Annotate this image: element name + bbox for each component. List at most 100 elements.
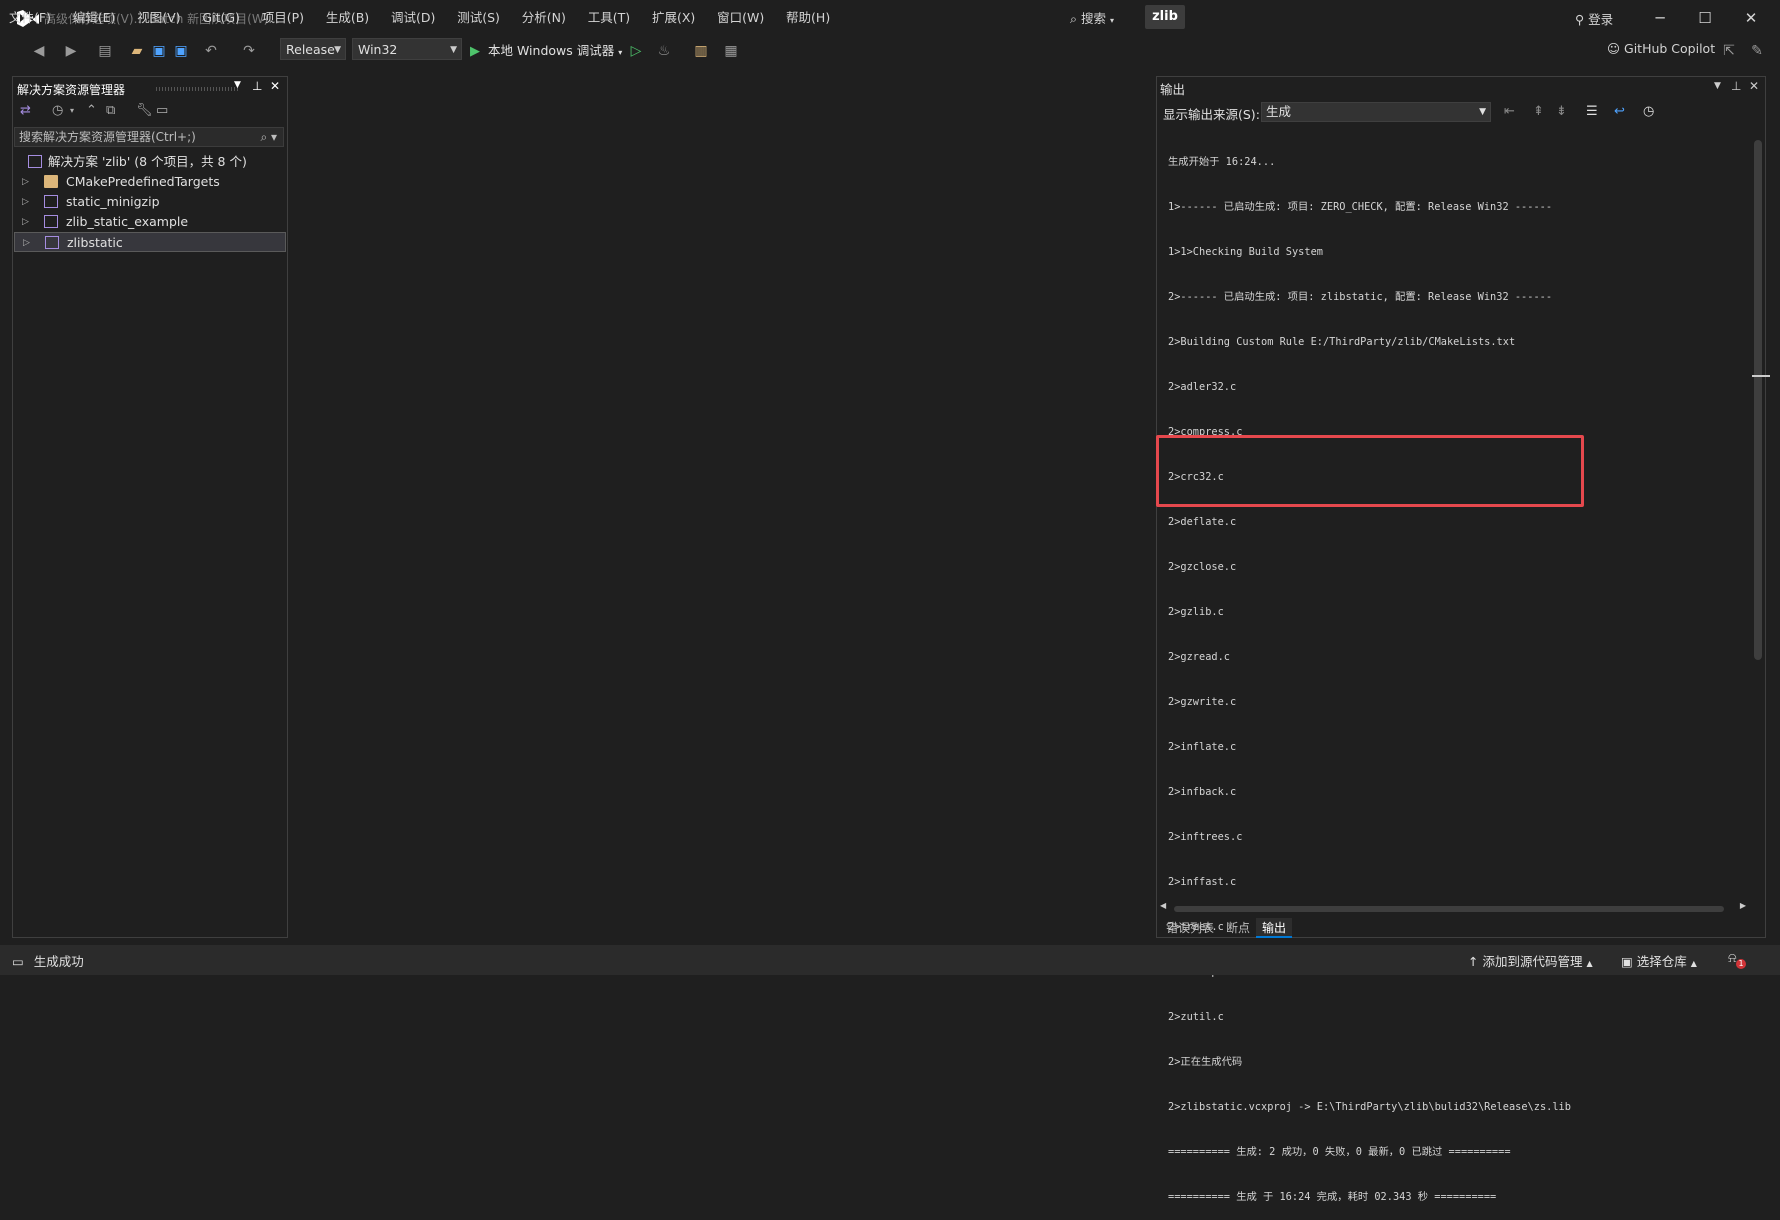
find-message-icon[interactable]: ⇤ [1504,104,1515,119]
maximize-button[interactable]: ☐ [1690,6,1720,30]
start-debugging-button[interactable]: ▶ 本地 Windows 调试器 ▾ [470,40,622,59]
search-button[interactable]: ⌕ 搜索 ▾ [1070,8,1114,27]
search-icon: ⌕ [1070,11,1078,26]
status-message: ▭ 生成成功 [12,951,84,970]
forward-icon[interactable]: ▶ [62,42,80,60]
save-all-icon[interactable]: ▣ [172,42,190,60]
dropdown-icon[interactable]: ▼ [1714,81,1721,91]
configuration-select[interactable]: Release ▼ [280,38,346,60]
switch-views-icon[interactable]: ⇄ [20,103,31,118]
add-to-source-control-button[interactable]: ↑ 添加到源代码管理 ▲ [1468,951,1593,970]
toolbar [0,36,1780,66]
configuration-value: Release [286,42,335,57]
back-icon[interactable]: ◀ [30,42,48,60]
menu-window[interactable]: 窗口(W) [708,10,773,25]
scroll-left-icon[interactable]: ◀ [1160,901,1166,910]
clear-all-icon[interactable]: ☰ [1586,104,1598,119]
undo-icon[interactable]: ↶ [202,42,220,60]
play-icon: ▶ [470,44,480,59]
output-source-label: 显示输出来源(S): [1163,107,1260,122]
tree-item-zlibstatic[interactable]: ▷ zlibstatic [14,232,286,252]
close-icon[interactable]: ✕ [270,79,280,93]
output-line: ========== 生成: 2 成功，0 失败，0 最新，0 已跳过 ====… [1168,1146,1511,1158]
tab-error-list[interactable]: 错误列表 [1160,918,1220,938]
chevron-down-icon[interactable]: ▾ [70,106,74,115]
preview-icon[interactable]: ▭ [156,103,168,118]
hot-reload-icon[interactable]: ♨ [655,42,673,60]
minimize-button[interactable]: ─ [1645,6,1675,30]
cpp-project-icon [44,215,58,228]
select-repo-label: 选择仓库 [1636,954,1687,969]
browse-folder-icon[interactable]: ▥ [692,42,710,60]
output-line: 2>inflate.c [1168,741,1237,753]
expand-icon[interactable]: ▷ [23,233,30,253]
platform-select[interactable]: Win32 ▼ [352,38,462,60]
word-wrap-icon[interactable]: ↩ [1614,104,1625,119]
solution-explorer-search-input[interactable]: 搜索解决方案资源管理器(Ctrl+;) ⌕ ▾ [14,127,284,147]
github-copilot-button[interactable]: ☺ GitHub Copilot [1607,41,1715,56]
previous-message-icon[interactable]: ⇞ [1533,104,1544,119]
properties-icon[interactable]: 🔧︎ [136,103,153,118]
timestamp-icon[interactable]: ◷ [1643,104,1654,119]
expand-icon[interactable]: ▷ [22,172,29,192]
share-icon[interactable]: ⇱ [1720,42,1738,60]
status-text: 生成成功 [33,954,84,969]
menu-help[interactable]: 帮助(H) [777,10,839,25]
output-line: 2>gzclose.c [1168,561,1237,573]
menu-project[interactable]: 项目(P) [253,10,313,25]
menu-debug[interactable]: 调试(D) [382,10,444,25]
menu-test[interactable]: 测试(S) [448,10,509,25]
menu-build[interactable]: 生成(B) [317,10,378,25]
menu-git[interactable]: Git(G) [193,10,249,25]
chevron-down-icon: ▾ [1110,16,1115,25]
close-window-button[interactable]: ✕ [1736,6,1766,30]
menu-analyze[interactable]: 分析(N) [513,10,575,25]
tree-item-static-minigzip[interactable]: ▷ static_minigzip [14,192,286,212]
redo-icon[interactable]: ↷ [240,42,258,60]
new-project-icon[interactable]: ▤ [96,42,114,60]
next-message-icon[interactable]: ⇟ [1556,104,1567,119]
scrollbar-thumb[interactable] [1754,140,1762,660]
tree-item-zlib-static-example[interactable]: ▷ zlib_static_example [14,212,286,232]
output-line: 2>gzread.c [1168,651,1230,663]
scrollbar-thumb[interactable] [1174,906,1724,912]
menu-view[interactable]: 视图(V) [128,10,189,25]
open-folder-icon[interactable]: ▰ [128,42,146,60]
menu-extensions[interactable]: 扩展(X) [643,10,704,25]
menu-edit[interactable]: 编辑(E) [64,10,125,25]
search-icon[interactable]: ⌕ ▾ [260,128,277,146]
close-icon[interactable]: ✕ [1749,79,1759,93]
menu-file[interactable]: 文件(F) [0,10,60,25]
login-button[interactable]: ⚲ 登录 [1575,9,1613,28]
show-all-files-icon[interactable]: ⧉ [106,103,115,118]
history-icon[interactable]: ◷ [52,103,63,118]
layout-icon[interactable]: ▦ [722,42,740,60]
save-icon[interactable]: ▣ [150,42,168,60]
drag-handle[interactable] [156,87,238,91]
dropdown-icon[interactable]: ▼ [234,80,241,90]
output-line: 2>inffast.c [1168,876,1237,888]
output-horizontal-scrollbar[interactable]: ◀ ▶ [1160,901,1746,915]
output-source-select[interactable]: 生成 ▼ [1261,102,1491,122]
select-repository-button[interactable]: ▣ 选择仓库 ▲ [1621,951,1697,970]
expand-icon[interactable]: ▷ [22,192,29,212]
solution-label: 解决方案 'zlib' (8 个项目，共 8 个) [48,154,247,169]
feedback-icon[interactable]: ✎ [1748,42,1766,60]
tab-output[interactable]: 输出 [1256,918,1293,938]
output-text: 生成开始于 16:24... 1>------ 已启动生成: 项目: ZERO_… [1168,125,1738,1220]
tree-item-cmake-predefined-targets[interactable]: ▷ CMakePredefinedTargets [14,172,286,192]
search-label: 搜索 [1081,11,1107,26]
scroll-right-icon[interactable]: ▶ [1740,901,1746,910]
chevron-up-icon: ▲ [1690,959,1697,968]
output-line: 生成开始于 16:24... [1168,156,1276,168]
output-vertical-scrollbar[interactable] [1752,128,1770,898]
tab-breakpoints[interactable]: 断点 [1220,918,1256,938]
pin-icon[interactable]: ⊥ [1731,79,1741,93]
collapse-all-icon[interactable]: ⌃ [86,103,97,118]
menu-tools[interactable]: 工具(T) [579,10,639,25]
expand-icon[interactable]: ▷ [22,212,29,232]
solution-node[interactable]: 解决方案 'zlib' (8 个项目，共 8 个) [14,152,286,172]
pin-icon[interactable]: ⊥ [252,79,262,93]
start-without-debugging-icon[interactable]: ▷ [627,42,645,60]
notifications-button[interactable]: ⍾ 1 [1728,951,1746,969]
